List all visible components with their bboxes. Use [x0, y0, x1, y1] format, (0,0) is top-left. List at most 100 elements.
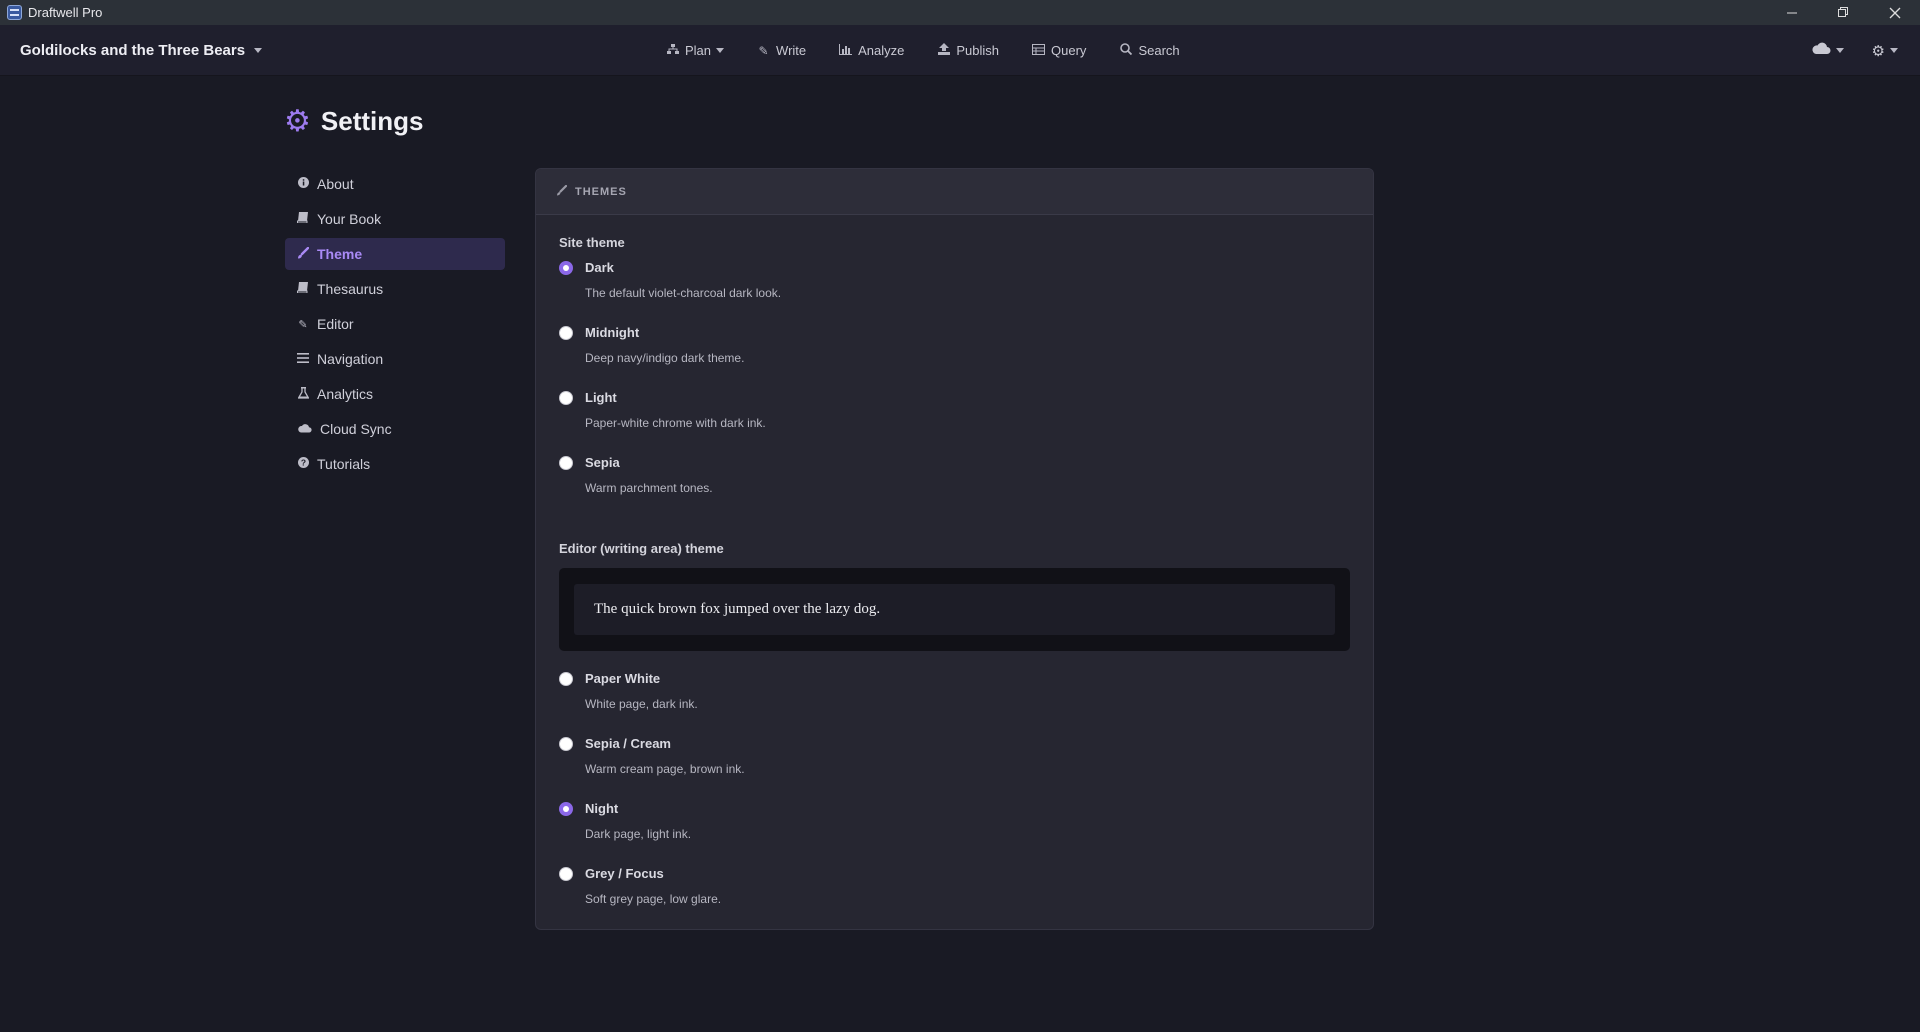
sidebar-item-cloud-sync[interactable]: Cloud Sync: [285, 413, 505, 445]
sidebar-item-label: Editor: [317, 316, 354, 332]
option-description: Deep navy/indigo dark theme.: [585, 351, 745, 365]
cloud-menu-button[interactable]: [1811, 42, 1844, 59]
editor-theme-option-sepia-cream[interactable]: Sepia / Cream Warm cream page, brown ink…: [559, 736, 1350, 801]
editor-theme-option-paper-white[interactable]: Paper White White page, dark ink.: [559, 671, 1350, 736]
radio-site-theme-sepia[interactable]: [559, 456, 573, 470]
sidebar-item-about[interactable]: About: [285, 168, 505, 200]
pencil-icon: ✎: [758, 43, 769, 58]
sidebar-item-your-book[interactable]: Your Book: [285, 203, 505, 235]
radio-editor-theme-grey-focus[interactable]: [559, 867, 573, 881]
radio-editor-theme-paper-white[interactable]: [559, 672, 573, 686]
option-name: Grey / Focus: [585, 866, 664, 881]
upload-icon: [937, 43, 950, 58]
site-theme-option-midnight[interactable]: Midnight Deep navy/indigo dark theme.: [559, 325, 1350, 390]
sidebar-item-editor[interactable]: ✎ Editor: [285, 308, 505, 340]
window-title: Draftwell Pro: [28, 5, 103, 20]
svg-text:?: ?: [300, 458, 305, 468]
site-theme-label: Site theme: [559, 235, 625, 250]
chevron-down-icon: [1890, 48, 1898, 53]
nav-search[interactable]: Search: [1119, 43, 1180, 58]
sidebar-item-thesaurus[interactable]: Thesaurus: [285, 273, 505, 305]
radio-editor-theme-sepia-cream[interactable]: [559, 737, 573, 751]
option-description: White page, dark ink.: [585, 697, 698, 711]
sidebar-item-navigation[interactable]: Navigation: [285, 343, 505, 375]
option-name: Sepia: [585, 455, 620, 470]
sidebar-item-label: Tutorials: [317, 456, 371, 472]
book-icon: [297, 282, 309, 296]
option-name: Midnight: [585, 325, 640, 340]
question-icon: ?: [297, 457, 309, 471]
main-nav: Plan ✎ Write Analyze Publish Query Searc…: [666, 25, 1213, 76]
option-description: Warm cream page, brown ink.: [585, 762, 745, 776]
nav-write[interactable]: ✎ Write: [757, 43, 807, 58]
preview-text: The quick brown fox jumped over the lazy…: [574, 584, 1335, 635]
editor-theme-option-grey-focus[interactable]: Grey / Focus Soft grey page, low glare.: [559, 866, 1350, 929]
settings-menu-button[interactable]: ⚙: [1872, 42, 1898, 60]
window-titlebar: Draftwell Pro: [0, 0, 1920, 25]
nav-write-label: Write: [776, 43, 807, 58]
option-name: Night: [585, 801, 619, 816]
window-controls: [1767, 0, 1920, 25]
editor-theme-option-night[interactable]: Night Dark page, light ink.: [559, 801, 1350, 866]
page-title: Settings: [320, 106, 424, 136]
nav-analyze[interactable]: Analyze: [839, 43, 904, 58]
radio-site-theme-dark[interactable]: [559, 261, 573, 275]
sidebar-item-label: Theme: [317, 246, 363, 262]
nav-query[interactable]: Query: [1032, 43, 1086, 58]
nav-plan-label: Plan: [685, 43, 712, 58]
bar-chart-icon: [839, 43, 853, 58]
settings-sidebar: About Your Book Theme Thesaurus ✎ Editor…: [285, 168, 505, 483]
option-description: Paper-white chrome with dark ink.: [585, 416, 766, 430]
option-name: Light: [585, 390, 617, 405]
menu-icon: [297, 352, 309, 366]
nav-right: ⚙: [1783, 25, 1898, 76]
editor-theme-preview: The quick brown fox jumped over the lazy…: [559, 568, 1350, 651]
sidebar-item-label: Your Book: [317, 211, 382, 227]
sidebar-item-tutorials[interactable]: ? Tutorials: [285, 448, 505, 480]
top-navbar: Goldilocks and the Three Bears Plan ✎ Wr…: [0, 25, 1920, 76]
sidebar-item-theme[interactable]: Theme: [285, 238, 505, 270]
option-name: Sepia / Cream: [585, 736, 671, 751]
themes-panel: THEMES Site theme Dark The default viole…: [535, 168, 1374, 930]
close-icon: [1889, 7, 1900, 18]
project-selector[interactable]: Goldilocks and the Three Bears: [20, 25, 263, 76]
sidebar-item-label: Navigation: [317, 351, 384, 367]
table-icon: [1032, 43, 1046, 58]
project-title: Goldilocks and the Three Bears: [20, 42, 246, 59]
nav-publish-label: Publish: [956, 43, 1000, 58]
close-button[interactable]: [1869, 0, 1920, 25]
sitemap-icon: [666, 43, 679, 58]
sidebar-item-label: Thesaurus: [317, 281, 384, 297]
chevron-down-icon: [716, 48, 725, 53]
page-title-row: ⚙ Settings: [284, 106, 423, 137]
site-theme-option-light[interactable]: Light Paper-white chrome with dark ink.: [559, 390, 1350, 455]
gear-icon: ⚙: [284, 104, 311, 138]
radio-site-theme-light[interactable]: [559, 391, 573, 405]
info-icon: [297, 177, 309, 191]
nav-analyze-label: Analyze: [858, 43, 905, 58]
option-description: Soft grey page, low glare.: [585, 892, 722, 906]
sidebar-item-analytics[interactable]: Analytics: [285, 378, 505, 410]
site-theme-option-sepia[interactable]: Sepia Warm parchment tones.: [559, 455, 1350, 520]
gear-icon: ⚙: [1871, 42, 1885, 60]
option-name: Paper White: [585, 671, 661, 686]
chevron-down-icon: [254, 48, 263, 53]
nav-plan[interactable]: Plan: [666, 43, 725, 58]
cloud-icon: [297, 423, 312, 436]
sidebar-item-label: Cloud Sync: [320, 421, 392, 437]
flask-icon: [296, 386, 310, 402]
option-description: Warm parchment tones.: [585, 481, 713, 495]
book-icon: [297, 212, 309, 226]
site-theme-option-dark[interactable]: Dark The default violet-charcoal dark lo…: [559, 260, 1350, 325]
editor-theme-label: Editor (writing area) theme: [559, 541, 724, 556]
radio-editor-theme-night[interactable]: [559, 802, 573, 816]
paintbrush-icon: [556, 184, 568, 199]
nav-publish[interactable]: Publish: [937, 43, 999, 58]
panel-header-title: THEMES: [575, 185, 627, 198]
app-logo-icon: [7, 5, 22, 20]
minimize-button[interactable]: [1767, 0, 1818, 25]
radio-site-theme-midnight[interactable]: [559, 326, 573, 340]
panel-header: THEMES: [536, 169, 1373, 215]
sidebar-item-label: Analytics: [317, 386, 374, 402]
restore-button[interactable]: [1818, 0, 1869, 25]
